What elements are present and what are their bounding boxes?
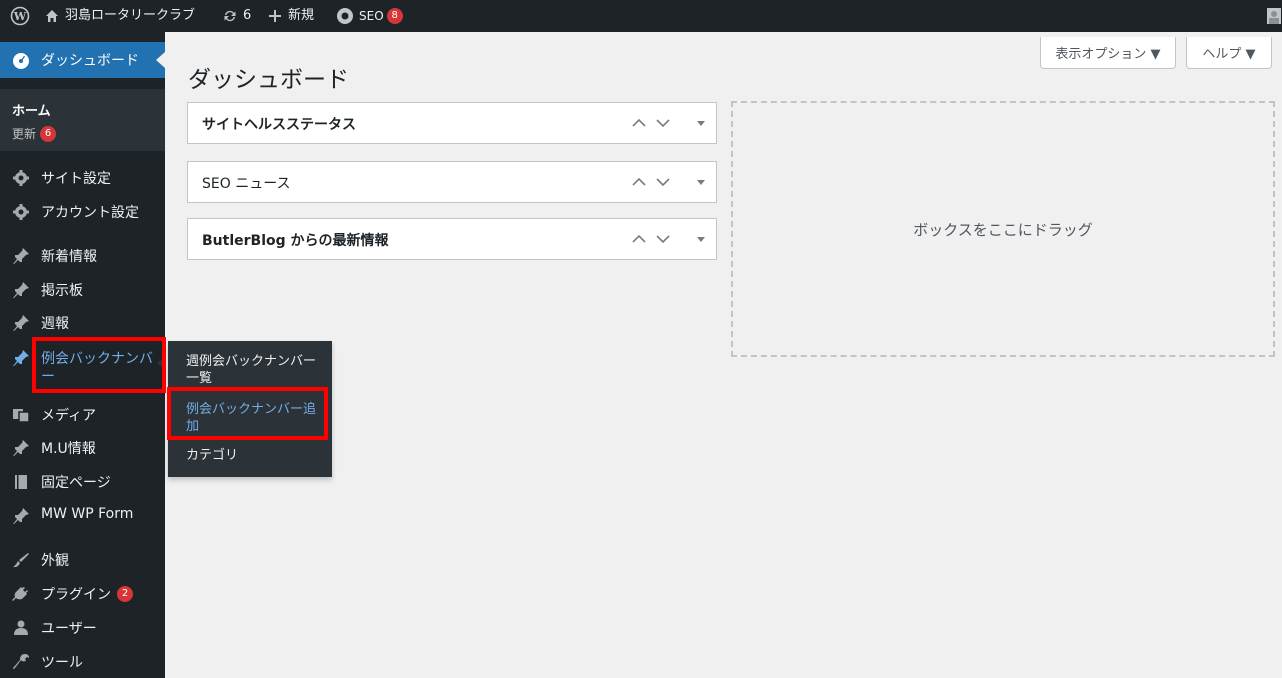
sidebar-item-pages[interactable]: 固定ページ bbox=[0, 464, 165, 498]
new-label: 新規 bbox=[288, 8, 315, 23]
drop-zone-text: ボックスをここにドラッグ bbox=[913, 221, 1093, 239]
sidebar-item-label: ユーザー bbox=[41, 621, 97, 637]
flyout-item-line1: カテゴリ bbox=[186, 448, 239, 463]
plus-icon bbox=[269, 10, 281, 22]
sidebar-item-label: 新着情報 bbox=[41, 249, 97, 265]
sidebar-item-label: サイト設定 bbox=[41, 171, 111, 187]
sidebar-item-label: メディア bbox=[41, 408, 97, 424]
toggle-panel-icon[interactable] bbox=[692, 116, 710, 130]
move-up-icon[interactable] bbox=[630, 232, 648, 246]
highlight-box-flyout bbox=[167, 387, 328, 440]
page-icon bbox=[15, 475, 27, 489]
updates-badge: 6 bbox=[40, 125, 57, 142]
pin-icon bbox=[13, 440, 29, 456]
pin-icon bbox=[13, 315, 29, 331]
new-content-link[interactable]: 新規 bbox=[268, 0, 314, 32]
toggle-panel-icon[interactable] bbox=[692, 175, 710, 189]
gear-icon bbox=[13, 170, 29, 186]
flyout-item-line2: 一覧 bbox=[186, 371, 213, 386]
flyout-item-list[interactable]: 週例会バックナンバー 一覧 bbox=[186, 353, 330, 387]
postbox-title: ButlerBlog からの最新情報 bbox=[202, 233, 389, 249]
highlight-box-sidebar bbox=[32, 337, 166, 393]
wordpress-logo-icon[interactable]: W bbox=[10, 0, 30, 32]
toggle-panel-icon[interactable] bbox=[692, 232, 710, 246]
submenu-updates-label: 更新 bbox=[12, 127, 37, 141]
sidebar-item-label: ダッシュボード bbox=[41, 53, 139, 69]
submenu-home[interactable]: ホーム bbox=[12, 100, 51, 119]
sidebar-item-label: プラグイン bbox=[41, 587, 111, 603]
plugins-badge: 2 bbox=[117, 586, 133, 602]
user-avatar[interactable] bbox=[1267, 0, 1281, 32]
sidebar-item-label: 固定ページ bbox=[41, 475, 111, 491]
sidebar-item-dashboard[interactable]: ダッシュボード bbox=[0, 42, 165, 78]
move-down-icon[interactable] bbox=[654, 175, 672, 189]
home-icon bbox=[46, 10, 58, 22]
svg-text:W: W bbox=[13, 10, 27, 23]
sidebar-item-tools[interactable]: ツール bbox=[0, 644, 165, 678]
move-up-icon[interactable] bbox=[630, 116, 648, 130]
postbox-butlerblog: ButlerBlog からの最新情報 bbox=[187, 218, 717, 260]
site-name-link[interactable]: 羽島ロータリークラブ bbox=[44, 0, 195, 32]
sidebar-item-mw-wp-form[interactable]: MW WP Form bbox=[0, 498, 165, 532]
site-name: 羽島ロータリークラブ bbox=[65, 8, 196, 23]
sidebar-item-label: M.U情報 bbox=[41, 441, 96, 457]
sidebar-item-news[interactable]: 新着情報 bbox=[0, 238, 165, 272]
sidebar-item-label: MW WP Form bbox=[41, 506, 134, 522]
sidebar-item-mu-info[interactable]: M.U情報 bbox=[0, 430, 165, 464]
empty-drop-zone[interactable]: ボックスをここにドラッグ bbox=[731, 101, 1275, 357]
move-down-icon[interactable] bbox=[654, 232, 672, 246]
sidebar-item-appearance[interactable]: 外観 bbox=[0, 542, 165, 576]
dashboard-icon bbox=[13, 53, 29, 69]
updates-count: 6 bbox=[243, 8, 252, 23]
sidebar-item-site-settings[interactable]: サイト設定 bbox=[0, 160, 165, 194]
sidebar-item-label: 掲示板 bbox=[41, 283, 83, 299]
screen-options-button[interactable]: 表示オプション ▼ bbox=[1040, 37, 1176, 69]
pin-icon bbox=[13, 248, 29, 264]
media-icon bbox=[13, 409, 30, 423]
admin-bar: W 羽島ロータリークラブ 6 新規 SEO 8 bbox=[0, 0, 1282, 32]
seo-label: SEO bbox=[359, 9, 384, 23]
seo-badge: 8 bbox=[386, 8, 403, 24]
sidebar-item-label: アカウント設定 bbox=[41, 205, 139, 221]
help-button[interactable]: ヘルプ ▼ bbox=[1186, 37, 1272, 69]
gear-icon bbox=[13, 204, 29, 220]
postbox-seo-news: SEO ニュース bbox=[187, 161, 717, 203]
sidebar-item-users[interactable]: ユーザー bbox=[0, 610, 165, 644]
plugin-icon bbox=[12, 587, 28, 601]
sidebar-item-media[interactable]: メディア bbox=[0, 397, 165, 431]
seo-gear-icon bbox=[337, 8, 353, 24]
flyout-item-line1: 週例会バックナンバー bbox=[186, 354, 317, 369]
pin-icon bbox=[13, 508, 29, 524]
sidebar-item-plugins[interactable]: プラグイン 2 bbox=[0, 576, 165, 610]
submenu-updates[interactable]: 更新 6 bbox=[12, 125, 57, 142]
move-down-icon[interactable] bbox=[654, 116, 672, 130]
sidebar-item-label: 外観 bbox=[41, 553, 69, 569]
sidebar-item-account-settings[interactable]: アカウント設定 bbox=[0, 194, 165, 228]
sidebar-item-label: 週報 bbox=[41, 316, 69, 332]
move-up-icon[interactable] bbox=[630, 175, 648, 189]
dashboard-submenu: ホーム 更新 6 bbox=[0, 89, 165, 151]
page-title: ダッシュボード bbox=[188, 67, 349, 93]
updates-link[interactable]: 6 bbox=[222, 0, 251, 32]
sidebar-item-label: ツール bbox=[41, 655, 83, 671]
postbox-title: サイトヘルスステータス bbox=[202, 117, 356, 133]
flyout-item-category[interactable]: カテゴリ bbox=[186, 447, 330, 464]
sidebar-item-plugins-wrap: プラグイン 2 bbox=[41, 584, 133, 604]
user-icon bbox=[14, 620, 28, 635]
brush-icon bbox=[13, 553, 29, 568]
current-arrow-icon bbox=[156, 52, 165, 68]
pin-icon bbox=[13, 282, 29, 298]
pin-icon bbox=[13, 350, 29, 366]
seo-menu[interactable]: SEO 8 bbox=[336, 0, 403, 32]
sidebar-item-board[interactable]: 掲示板 bbox=[0, 272, 165, 306]
sidebar-item-weekly[interactable]: 週報 bbox=[0, 305, 165, 339]
wrench-icon bbox=[13, 654, 29, 669]
refresh-icon bbox=[224, 10, 236, 22]
postbox-title: SEO ニュース bbox=[202, 176, 291, 192]
postbox-site-health: サイトヘルスステータス bbox=[187, 102, 717, 144]
